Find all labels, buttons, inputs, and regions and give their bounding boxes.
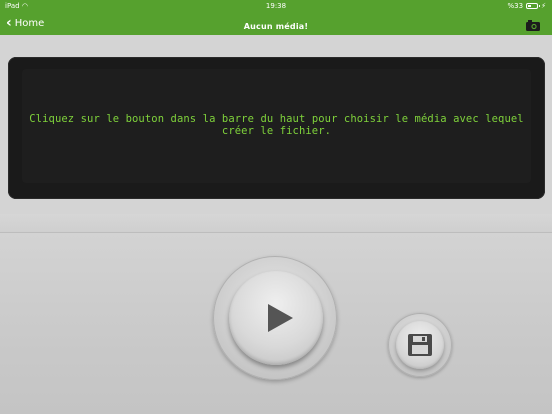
- charging-icon: ⚡: [541, 2, 546, 10]
- play-button[interactable]: [229, 271, 323, 365]
- instruction-message: Cliquez sur le bouton dans la barre du h…: [29, 113, 524, 137]
- play-icon: [268, 304, 293, 332]
- save-button[interactable]: [396, 321, 444, 369]
- camera-icon: [526, 20, 540, 31]
- camera-button[interactable]: [526, 16, 540, 31]
- status-battery: %33 ⚡: [508, 0, 546, 12]
- status-bar: iPad ◠ 19:38 %33 ⚡: [0, 0, 552, 12]
- nav-bar: iPad ◠ 19:38 %33 ⚡ ‹ Home Aucun média!: [0, 0, 552, 35]
- battery-icon: [526, 3, 541, 9]
- floppy-disk-icon: [408, 334, 432, 356]
- message-panel: Cliquez sur le bouton dans la barre du h…: [8, 57, 545, 199]
- status-time: 19:38: [265, 2, 287, 10]
- battery-percent: %33: [507, 2, 524, 10]
- divider-band: [0, 214, 552, 233]
- page-title: Aucun média!: [243, 22, 309, 31]
